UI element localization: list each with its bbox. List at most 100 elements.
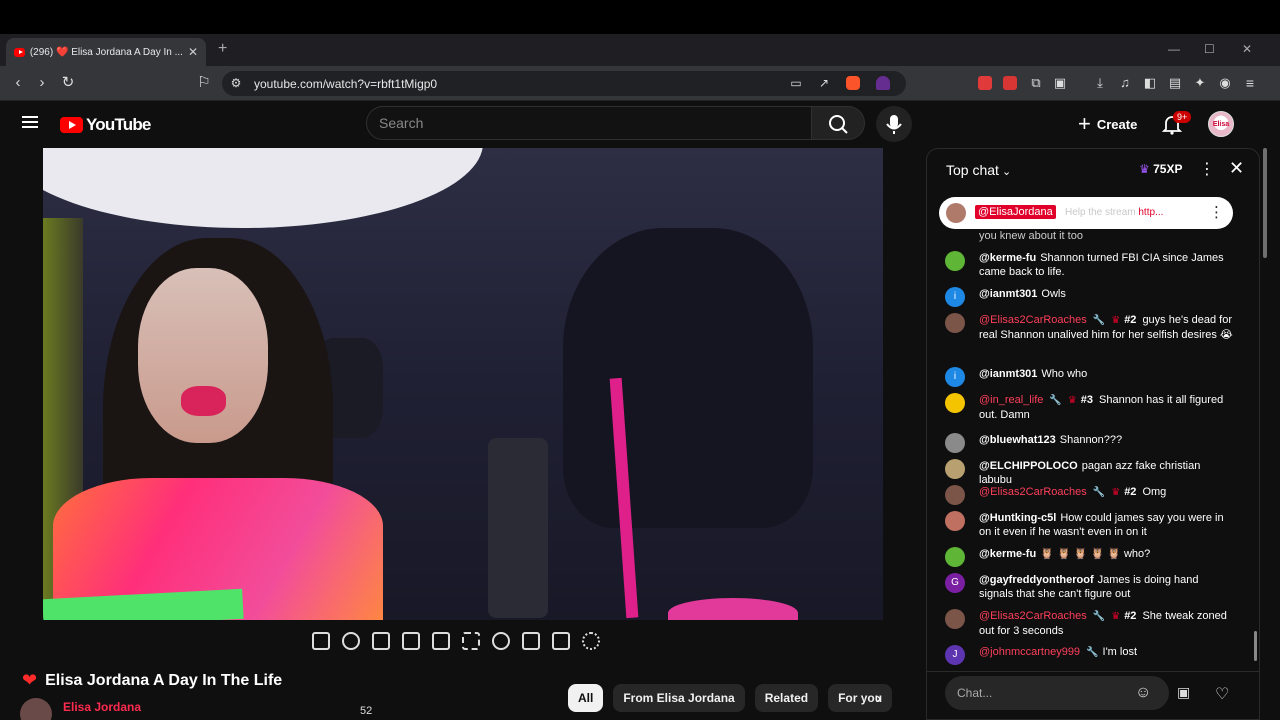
brave-rewards-icon[interactable] [876, 76, 890, 90]
window-close-icon[interactable]: ✕ [1242, 42, 1252, 56]
video-player[interactable] [43, 148, 883, 620]
clapper-icon[interactable] [402, 632, 420, 650]
extension-red-icon[interactable] [978, 76, 992, 90]
youtube-logo[interactable]: YouTube [60, 115, 151, 135]
chat-avatar[interactable] [945, 313, 965, 333]
xp-indicator[interactable]: ♛ 75XP [1139, 162, 1182, 176]
chip-for-you[interactable]: For you [828, 684, 893, 712]
brave-shields-icon[interactable] [846, 76, 860, 90]
create-button[interactable]: + Create [1070, 106, 1148, 142]
search-input[interactable] [379, 115, 779, 131]
chat-avatar[interactable] [945, 393, 965, 413]
reload-icon[interactable]: ↻ [60, 75, 76, 91]
chat-author[interactable]: @gayfreddyontheroof [979, 574, 1094, 586]
chat-avatar[interactable]: i [945, 367, 965, 387]
bookmark-icon[interactable]: ⚐ [196, 75, 212, 91]
chat-author[interactable]: @ianmt301 [979, 288, 1037, 300]
address-bar[interactable]: ⚙ youtube.com/watch?v=rbft1tMigp0 ▭ ↗ [222, 71, 906, 96]
guide-menu-icon[interactable] [22, 116, 38, 128]
search-button[interactable] [811, 106, 865, 140]
more-vertical-icon[interactable]: ⋮ [1199, 159, 1215, 179]
chat-author[interactable]: @johnmccartney999 [979, 646, 1080, 658]
settings-gear-icon[interactable] [582, 632, 600, 650]
forward-icon[interactable]: › [34, 75, 50, 91]
loop-icon[interactable] [312, 632, 330, 650]
chat-author[interactable]: @Huntking-c5l [979, 512, 1056, 524]
chat-avatar[interactable]: i [945, 287, 965, 307]
share-icon[interactable]: ↗ [816, 75, 832, 91]
extensions-icon[interactable]: ⧉ [1028, 75, 1044, 91]
tab-close-icon[interactable]: ✕ [188, 45, 198, 59]
adblock-icon[interactable] [1003, 76, 1017, 90]
channel-avatar[interactable] [20, 698, 52, 720]
screenshot-icon[interactable] [552, 632, 570, 650]
chat-message-body: @kerme-fu Shannon turned FBI CIA since Ja… [979, 251, 1235, 279]
chat-author[interactable]: @Elisas2CarRoaches [979, 610, 1087, 622]
chat-avatar[interactable] [945, 433, 965, 453]
page-scrollbar[interactable] [1263, 148, 1267, 258]
chat-rank: #3 [1080, 394, 1094, 406]
wallet-icon[interactable]: ▤ [1167, 75, 1183, 91]
browser-tab-active[interactable]: (296) ❤️ Elisa Jordana A Day In ... ✕ [6, 38, 206, 66]
cast-icon[interactable]: ▭ [788, 75, 804, 91]
chat-avatar[interactable] [945, 511, 965, 531]
menu-icon[interactable]: ≡ [1242, 75, 1258, 91]
leo-ai-icon[interactable]: ✦ [1192, 75, 1208, 91]
account-avatar[interactable]: Elisa [1208, 111, 1234, 137]
chat-avatar[interactable]: J [945, 645, 965, 665]
chat-avatar[interactable] [945, 459, 965, 479]
super-chat-icon[interactable]: ▣ [1177, 684, 1190, 701]
chat-author[interactable]: @ELCHIPPOLOCO [979, 460, 1078, 472]
like-count[interactable]: 52 [360, 705, 372, 717]
chat-author[interactable]: @kerme-fu [979, 252, 1036, 264]
heart-icon[interactable]: ♡ [1215, 684, 1229, 704]
new-tab-icon[interactable]: + [218, 40, 227, 58]
channel-name[interactable]: Elisa Jordana [63, 700, 141, 714]
pinned-more-icon[interactable]: ⋮ [1209, 203, 1224, 221]
chat-author[interactable]: @Elisas2CarRoaches [979, 314, 1087, 326]
chat-message-body: @ianmt301 Who who [979, 367, 1235, 381]
back-icon[interactable]: ‹ [10, 75, 26, 91]
selection-icon[interactable] [462, 632, 480, 650]
pinned-link[interactable]: http... [1138, 207, 1163, 218]
vpn-icon[interactable]: ◉ [1217, 75, 1233, 91]
chip-all[interactable]: All [568, 684, 604, 712]
frame-icon[interactable] [432, 632, 450, 650]
chip-from-channel[interactable]: From Elisa Jordana [613, 684, 745, 712]
sidebar-icon[interactable]: ◧ [1142, 75, 1158, 91]
chat-scrollbar[interactable] [1254, 631, 1257, 661]
chat-message-body: @ianmt301 Owls [979, 287, 1235, 301]
miniplayer-icon[interactable] [372, 632, 390, 650]
chip-related[interactable]: Related [754, 684, 819, 712]
chat-message-body: @ELCHIPPOLOCO pagan azz fake christian la… [979, 459, 1235, 487]
pinned-text: Help the stream http... [1065, 207, 1163, 218]
chat-author[interactable]: @ianmt301 [979, 368, 1037, 380]
chat-author[interactable]: @Elisas2CarRoaches [979, 486, 1087, 498]
download-icon[interactable]: ⤓ [1092, 75, 1108, 91]
pinned-message[interactable]: @ElisaJordana Help the stream http... ⋮ [939, 197, 1233, 229]
close-icon[interactable]: ✕ [1229, 158, 1244, 179]
audio-icon[interactable] [342, 632, 360, 650]
chat-avatar[interactable] [945, 609, 965, 629]
chat-mode-selector[interactable]: Top chat ⌄ [946, 162, 1011, 178]
chat-text: I'm lost [1102, 646, 1138, 658]
chat-author[interactable]: @in_real_life [979, 394, 1043, 406]
tab-search-icon[interactable]: ▣ [1052, 75, 1068, 91]
chat-author[interactable]: @bluewhat123 [979, 434, 1056, 446]
voice-search-button[interactable] [876, 106, 912, 142]
browser-toolbar: ‹ › ↻ ⚐ ⚙ youtube.com/watch?v=rbft1tMigp… [0, 66, 1280, 101]
chevron-right-icon[interactable]: › [876, 690, 881, 708]
chat-avatar[interactable] [945, 485, 965, 505]
chat-author[interactable]: @kerme-fu [979, 548, 1036, 560]
media-icon[interactable]: ♫ [1117, 75, 1133, 91]
add-frame-icon[interactable] [522, 632, 540, 650]
chat-avatar[interactable] [945, 547, 965, 567]
chat-avatar[interactable]: G [945, 573, 965, 593]
minimize-icon[interactable]: — [1168, 42, 1180, 56]
chat-message: i @ianmt301 Who who [945, 367, 1235, 387]
emoji-icon[interactable]: ☺ [1135, 684, 1151, 702]
maximize-icon[interactable]: ☐ [1204, 42, 1215, 56]
chat-avatar[interactable] [945, 251, 965, 271]
site-info-icon[interactable]: ⚙ [228, 75, 244, 91]
speed-icon[interactable] [492, 632, 510, 650]
